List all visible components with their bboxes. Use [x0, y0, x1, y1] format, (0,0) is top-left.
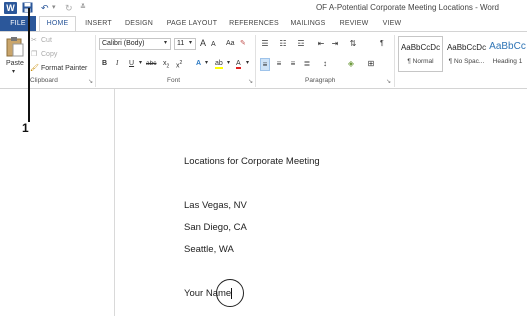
align-left-icon[interactable]: ≡ — [260, 58, 270, 71]
line-spacing-icon[interactable]: ↕ — [320, 58, 330, 69]
clipboard-group-label: Clipboard — [30, 77, 58, 84]
tab-design[interactable]: DESIGN — [121, 16, 157, 31]
show-formatting-button[interactable]: ¶ — [380, 38, 384, 49]
document-line[interactable]: Las Vegas, NV — [184, 200, 247, 211]
ribbon-tabs: FILE HOME INSERT DESIGN PAGE LAYOUT REFE… — [0, 16, 527, 31]
group-divider — [394, 35, 395, 87]
tab-insert[interactable]: INSERT — [80, 16, 117, 31]
redo-icon[interactable]: ↻ — [65, 2, 73, 14]
undo-dropdown-icon[interactable]: ▾ — [52, 2, 56, 14]
paragraph-launcher-icon[interactable]: ↘ — [386, 77, 391, 88]
group-divider — [95, 35, 96, 87]
group-divider — [255, 35, 256, 87]
font-name-dropdown-icon[interactable]: ▾ — [164, 38, 167, 49]
align-center-icon[interactable]: ≡ — [274, 58, 284, 69]
font-color-icon[interactable]: A — [236, 58, 241, 69]
tab-mailings[interactable]: MAILINGS — [286, 16, 330, 31]
page-edge — [114, 89, 115, 316]
undo-icon[interactable]: ↶ — [41, 2, 49, 14]
font-launcher-icon[interactable]: ↘ — [248, 77, 253, 88]
document-line[interactable]: San Diego, CA — [184, 222, 247, 233]
cut-icon: ✂ — [31, 37, 37, 44]
callout-line — [28, 8, 30, 122]
text-effects-icon[interactable]: A — [196, 58, 201, 69]
cut-button[interactable]: Cut — [41, 35, 52, 46]
align-right-icon[interactable]: ≡ — [288, 58, 298, 69]
decrease-indent-icon[interactable]: ⇤ — [316, 38, 326, 49]
document-heading[interactable]: Locations for Corporate Meeting — [184, 156, 320, 167]
font-color-dropdown-icon[interactable]: ▾ — [246, 58, 249, 69]
text-effects-dropdown-icon[interactable]: ▾ — [205, 58, 208, 69]
ribbon: Paste ▾ ✂ Cut ❐ Copy 🖌 Format Painter Cl… — [0, 31, 527, 89]
clipboard-launcher-icon[interactable]: ↘ — [88, 77, 93, 88]
copy-button[interactable]: Copy — [41, 49, 57, 60]
strikethrough-button[interactable]: abc — [146, 58, 156, 69]
shrink-font-button[interactable]: A — [211, 39, 216, 50]
customize-qat-icon[interactable]: ≚ — [80, 2, 86, 14]
borders-icon[interactable]: ⊞ — [366, 58, 376, 69]
style-sample: AaBbCcDc — [446, 43, 487, 52]
tab-home[interactable]: HOME — [39, 16, 76, 31]
bold-button[interactable]: B — [102, 58, 107, 69]
tab-file[interactable]: FILE — [0, 16, 36, 31]
style-name: Heading 1 — [492, 58, 523, 65]
copy-icon: ❐ — [31, 51, 38, 58]
paste-icon[interactable] — [5, 36, 25, 58]
style-heading-1[interactable]: AaBbCc Heading 1 — [488, 36, 527, 72]
change-case-button[interactable]: Aa — [226, 38, 235, 49]
style-name: ¶ No Spac... — [448, 58, 485, 65]
italic-button[interactable]: I — [116, 58, 118, 69]
shading-icon[interactable]: ◈ — [346, 58, 356, 69]
font-size-box[interactable]: 11 — [174, 38, 196, 50]
highlight-dropdown-icon[interactable]: ▾ — [227, 58, 230, 69]
multilevel-list-icon[interactable]: ☲ — [296, 38, 306, 49]
document-line[interactable]: Seattle, WA — [184, 244, 234, 255]
style-name: ¶ Normal — [407, 58, 434, 65]
highlight-icon[interactable]: ab — [215, 58, 223, 69]
format-painter-icon: 🖌 — [30, 65, 39, 72]
increase-indent-icon[interactable]: ⇥ — [330, 38, 340, 49]
callout-number: 1 — [22, 121, 29, 135]
sort-icon[interactable]: ⇅ — [348, 38, 358, 49]
document-area — [0, 89, 527, 316]
paste-dropdown-icon[interactable]: ▾ — [12, 67, 15, 78]
style-sample: AaBbCc — [489, 41, 526, 52]
format-painter-button[interactable]: Format Painter — [41, 63, 87, 74]
superscript-button[interactable]: x2 — [176, 58, 182, 71]
tab-view[interactable]: VIEW — [378, 16, 406, 31]
font-group-label: Font — [167, 77, 181, 84]
style-normal[interactable]: AaBbCcDc ¶ Normal — [398, 36, 443, 72]
numbering-icon[interactable]: ☷ — [278, 38, 288, 49]
font-size-dropdown-icon[interactable]: ▾ — [189, 38, 192, 49]
font-name-box[interactable]: Calibri (Body) — [99, 38, 171, 50]
cursor-highlight-circle — [216, 279, 244, 307]
tab-review[interactable]: REVIEW — [337, 16, 371, 31]
style-no-spacing[interactable]: AaBbCcDc ¶ No Spac... — [444, 36, 489, 72]
tab-references[interactable]: REFERENCES — [227, 16, 281, 31]
style-sample: AaBbCcDc — [400, 43, 441, 52]
tab-page-layout[interactable]: PAGE LAYOUT — [163, 16, 221, 31]
subscript-button[interactable]: x2 — [163, 58, 169, 72]
grow-font-button[interactable]: A — [200, 38, 206, 49]
underline-button[interactable]: U — [129, 58, 134, 69]
word-logo-icon: W — [4, 2, 17, 14]
clear-formatting-icon[interactable]: ✎ — [240, 38, 246, 49]
bullets-icon[interactable]: ☰ — [260, 38, 270, 49]
window-title: OF A-Potential Corporate Meeting Locatio… — [315, 3, 499, 12]
title-bar: W ↶ ▾ ↻ ≚ OF A-Potential Corporate Meeti… — [0, 0, 527, 16]
paragraph-group-label: Paragraph — [305, 77, 336, 84]
text-caret — [231, 288, 232, 299]
justify-icon[interactable]: ≣ — [302, 58, 312, 69]
underline-dropdown-icon[interactable]: ▾ — [139, 58, 142, 69]
